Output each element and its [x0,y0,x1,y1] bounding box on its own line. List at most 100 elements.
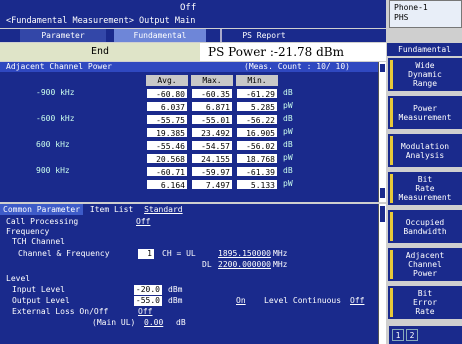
acp-unit: pW [283,179,293,188]
external-loss-value[interactable]: Off [138,307,152,317]
parameter-scroll-thumb[interactable] [380,206,385,222]
acp-value-cell: -60.35 [191,88,233,99]
adjacent-channel-power-panel: Adjacent Channel Power (Meas. Count : 10… [0,62,378,202]
input-level-input[interactable]: -20.0 [134,285,162,295]
softkey-marker-icon [390,288,393,317]
acp-value-cell: 5.285 [236,101,278,112]
acp-value-cell: -60.71 [146,166,188,177]
acp-value-cell: 20.568 [146,153,188,164]
col-header-avg: Avg. [146,75,188,86]
ul-frequency-value[interactable]: 1895.150000 [218,249,271,259]
output-level-input[interactable]: -55.0 [134,296,162,306]
tab-item-list[interactable]: Item List [90,204,133,215]
ul-mhz-unit: MHz [273,249,288,258]
parameter-scrollbar[interactable] [378,204,386,344]
acp-unit: dB [283,114,293,123]
softkey-marker-icon [390,60,393,89]
page-2-button[interactable]: 2 [406,329,418,341]
tab-ps-report[interactable]: PS Report [220,29,306,42]
softkey-menu-title: Fundamental [387,43,462,56]
softkey-button[interactable]: Wide Dynamic Range [388,58,462,91]
softkey-marker-icon [390,136,393,165]
acp-value-cell: 16.905 [236,127,278,138]
screen-title: <Fundamental Measurement> Output Main [6,16,196,26]
softkey-marker-icon [390,174,393,203]
acp-value-cell: -55.01 [191,114,233,125]
softkey-label: Modulation Analysis [400,141,450,160]
acp-value-cell: 6.164 [146,179,188,190]
acp-offset-frequency: 900 kHz [36,166,70,175]
status-bar: End PS Power :-21.78 dBm [0,43,386,61]
input-level-label: Input Level [12,285,65,294]
softkey-button[interactable]: Bit Rate Measurement [388,172,462,205]
page-1-button[interactable]: 1 [392,329,404,341]
acp-value-cell: 5.133 [236,179,278,190]
acp-offset-frequency: -900 kHz [36,88,75,97]
softkey-button[interactable]: Adjacent Channel Power [388,248,462,281]
scroll-down-arrow[interactable] [380,188,385,198]
acp-offset-frequency: 600 kHz [36,140,70,149]
acp-unit: dB [283,88,293,97]
level-continuous-label: Level Continuous [264,296,342,305]
tch-channel-label: TCH Channel [12,237,65,246]
acp-unit: pW [283,127,293,136]
softkey-button[interactable]: Bit Error Rate [388,286,462,319]
softkey-menu: Fundamental Wide Dynamic Range Power Meas… [387,29,462,344]
acp-value-cell: 23.492 [191,127,233,138]
dl-label: DL [202,260,212,269]
meas-count-label: (Meas. Count : [244,62,312,71]
softkey-button[interactable]: Occupied Bandwidth [388,210,462,243]
softkey-label: Occupied Bandwidth [403,217,447,236]
acp-value-cell: -54.57 [191,140,233,151]
main-ul-value[interactable]: 0.00 [144,318,163,328]
acp-value-cell: -56.02 [236,140,278,151]
softkey-marker-icon [390,250,393,279]
tab-bar: Parameter Fundamental PS Report [0,29,386,42]
acp-unit: dB [283,140,293,149]
page-selector: 1 2 [389,326,462,344]
channel-frequency-label: Channel & Frequency [18,249,110,258]
level-label: Level [6,274,31,283]
call-processing-value[interactable]: Off [136,217,150,227]
parameter-panel: Common Parameter Item List Standard Call… [0,204,378,344]
tab-common-parameter[interactable]: Common Parameter [0,204,84,215]
output-on-toggle[interactable]: On [236,296,246,306]
meas-count: (Meas. Count : 10/ 10) [244,62,350,72]
softkey-button[interactable]: Modulation Analysis [388,134,462,167]
acp-unit: pW [283,101,293,110]
output-level-unit: dBm [168,296,183,305]
acp-value-cell: 19.385 [146,127,188,138]
phone-indicator: Phone-1 PHS [389,0,462,28]
acp-value-cell: -55.46 [146,140,188,151]
acp-value-cell: -56.22 [236,114,278,125]
softkey-label: Power Measurement [398,103,452,122]
acp-scrollbar[interactable] [378,62,386,202]
tab-standard[interactable]: Standard [144,204,183,215]
dl-frequency-value[interactable]: 2200.000000 [218,260,271,270]
tab-parameter[interactable]: Parameter [20,29,106,42]
tab-fundamental[interactable]: Fundamental [114,29,206,42]
acp-unit: dB [283,166,293,175]
frequency-label: Frequency [6,227,50,236]
softkey-label: Adjacent Channel Power [405,251,445,278]
level-continuous-value[interactable]: Off [350,296,364,306]
acp-value-cell: -60.80 [146,88,188,99]
softkey-button[interactable]: Power Measurement [388,96,462,129]
ps-power-readout: PS Power :-21.78 dBm [208,45,344,59]
softkey-label: Bit Error Rate [412,289,438,316]
acp-value-cell: 18.768 [236,153,278,164]
meas-count-value: 10/ 10) [316,62,350,71]
softkey-marker-icon [390,212,393,241]
main-ul-unit: dB [176,318,186,327]
input-level-unit: dBm [168,285,183,294]
scroll-up-arrow[interactable] [380,64,385,72]
parameter-tabs: Common Parameter Item List Standard [0,204,378,215]
acp-value-cell: -61.29 [236,88,278,99]
output-level-label: Output Level [12,296,70,305]
acp-value-cell: 7.497 [191,179,233,190]
channel-number-input[interactable]: 1 [138,249,154,259]
measurement-state: Off [180,3,197,13]
end-status: End [0,43,200,61]
phone-system: PHS [394,13,409,22]
softkey-marker-icon [390,98,393,127]
